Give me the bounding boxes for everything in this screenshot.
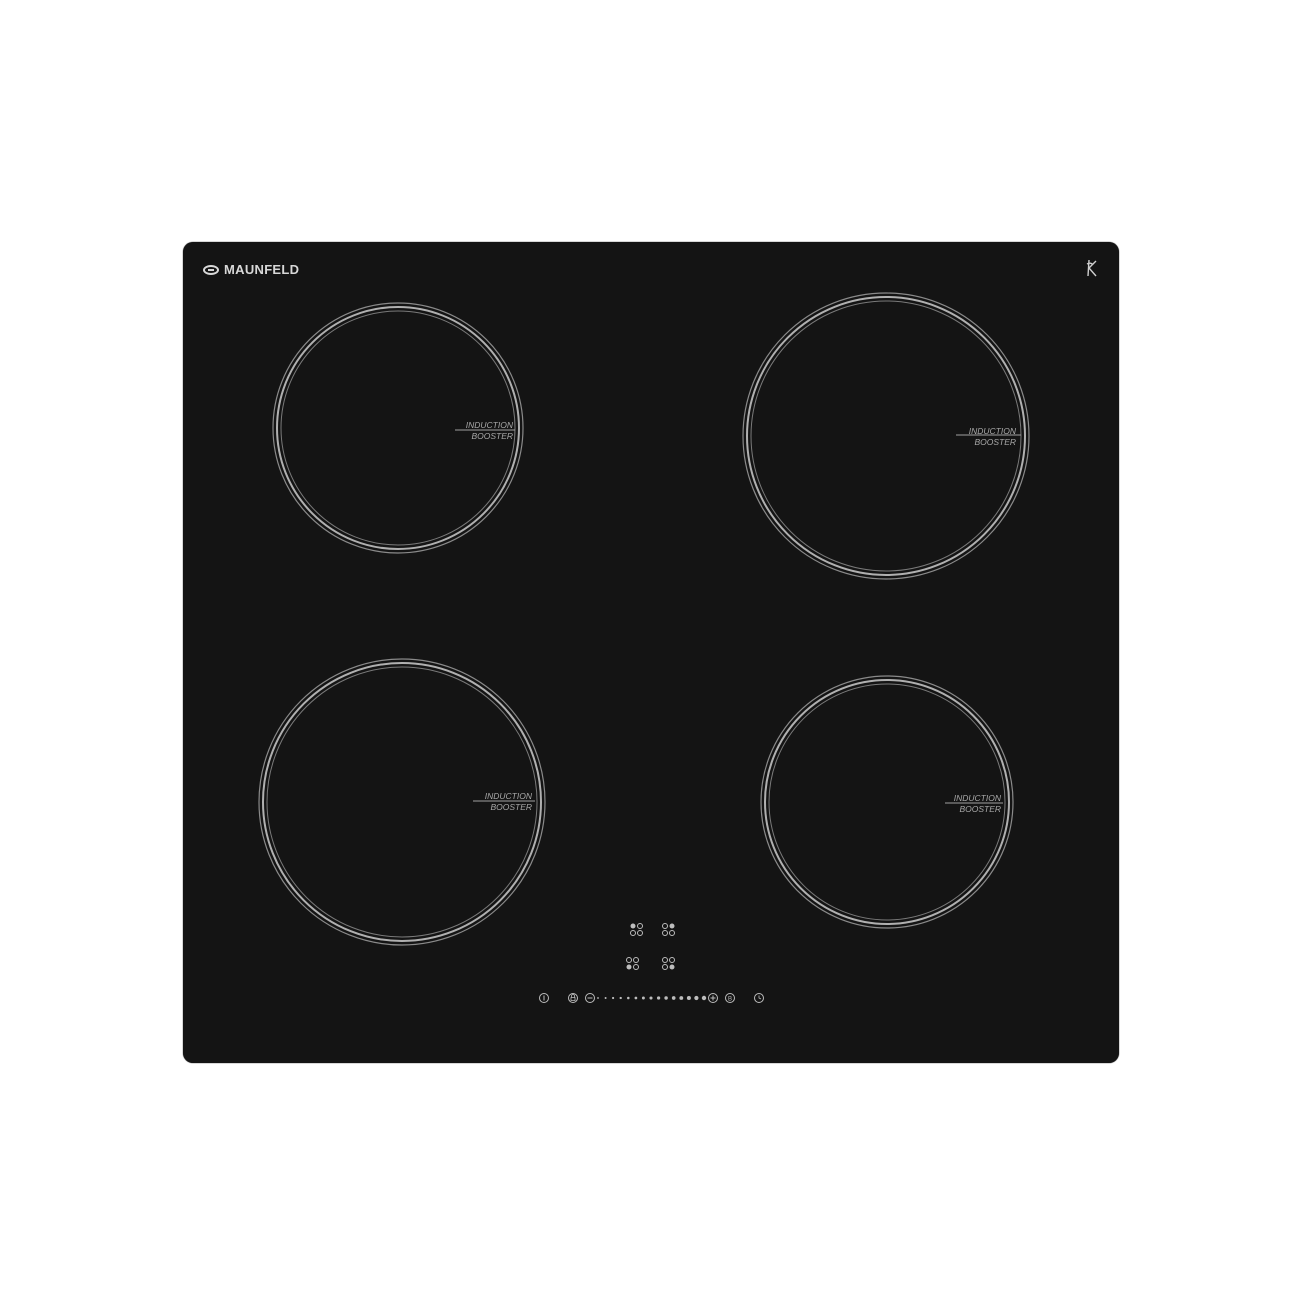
timer-icon[interactable]	[754, 993, 764, 1003]
slider-step-dot[interactable]	[664, 996, 668, 1000]
zone-label-top-right-induction: INDUCTION	[969, 426, 1017, 436]
induction-cooktop: MAUNFELD INDUCTION BOOSTER INDUCTION BOO…	[183, 242, 1119, 1063]
zone-label-bottom-right-induction: INDUCTION	[954, 793, 1002, 803]
cooking-zone-top-left[interactable]: INDUCTION BOOSTER	[272, 302, 524, 554]
slider-step-dot[interactable]	[656, 996, 661, 1000]
booster-button-label: B	[728, 996, 732, 1002]
slider-step-dot[interactable]	[679, 996, 684, 1000]
plus-icon[interactable]	[708, 993, 718, 1003]
slider-step-dot[interactable]	[641, 996, 645, 1000]
cooking-zone-bottom-right[interactable]: INDUCTION BOOSTER	[760, 675, 1014, 929]
slider-step-dot[interactable]	[612, 996, 615, 1000]
zone-selector-bottom-left[interactable]	[626, 957, 639, 970]
zone-label-bottom-right-booster: BOOSTER	[959, 804, 1001, 814]
slider-step-dot[interactable]	[671, 996, 676, 1000]
slider-step-dot[interactable]	[701, 995, 707, 1001]
zone-selector-top-right[interactable]	[662, 923, 675, 936]
zone-selector-top-left[interactable]	[630, 923, 643, 936]
slider-step-dot[interactable]	[649, 996, 653, 1000]
slider-step-dot[interactable]	[694, 995, 699, 1001]
cooking-zone-bottom-left[interactable]: INDUCTION BOOSTER	[258, 658, 546, 946]
zone-label-bottom-left-induction: INDUCTION	[485, 791, 533, 801]
slider-step-dot[interactable]	[627, 996, 630, 1000]
power-level-slider[interactable]	[597, 995, 707, 1001]
zone-label-bottom-left-booster: BOOSTER	[490, 802, 532, 812]
cooking-zone-top-right[interactable]: INDUCTION BOOSTER	[742, 292, 1030, 580]
lock-icon[interactable]	[568, 993, 578, 1003]
booster-button[interactable]: B	[725, 993, 735, 1003]
slider-step-dot[interactable]	[604, 997, 607, 999]
slider-step-dot[interactable]	[634, 996, 638, 1000]
cooking-zones: INDUCTION BOOSTER INDUCTION BOOSTER INDU…	[258, 292, 1030, 1003]
zone-label-top-left-induction: INDUCTION	[466, 420, 514, 430]
power-icon[interactable]	[539, 993, 549, 1003]
slider-step-dot[interactable]	[619, 996, 622, 1000]
zone-selector-bottom-right[interactable]	[662, 957, 675, 970]
minus-icon[interactable]	[585, 993, 595, 1003]
zone-label-top-left-booster: BOOSTER	[471, 431, 513, 441]
slider-step-dot[interactable]	[686, 995, 691, 1001]
zone-label-top-right-booster: BOOSTER	[974, 437, 1016, 447]
slider-step-dot[interactable]	[597, 997, 599, 999]
